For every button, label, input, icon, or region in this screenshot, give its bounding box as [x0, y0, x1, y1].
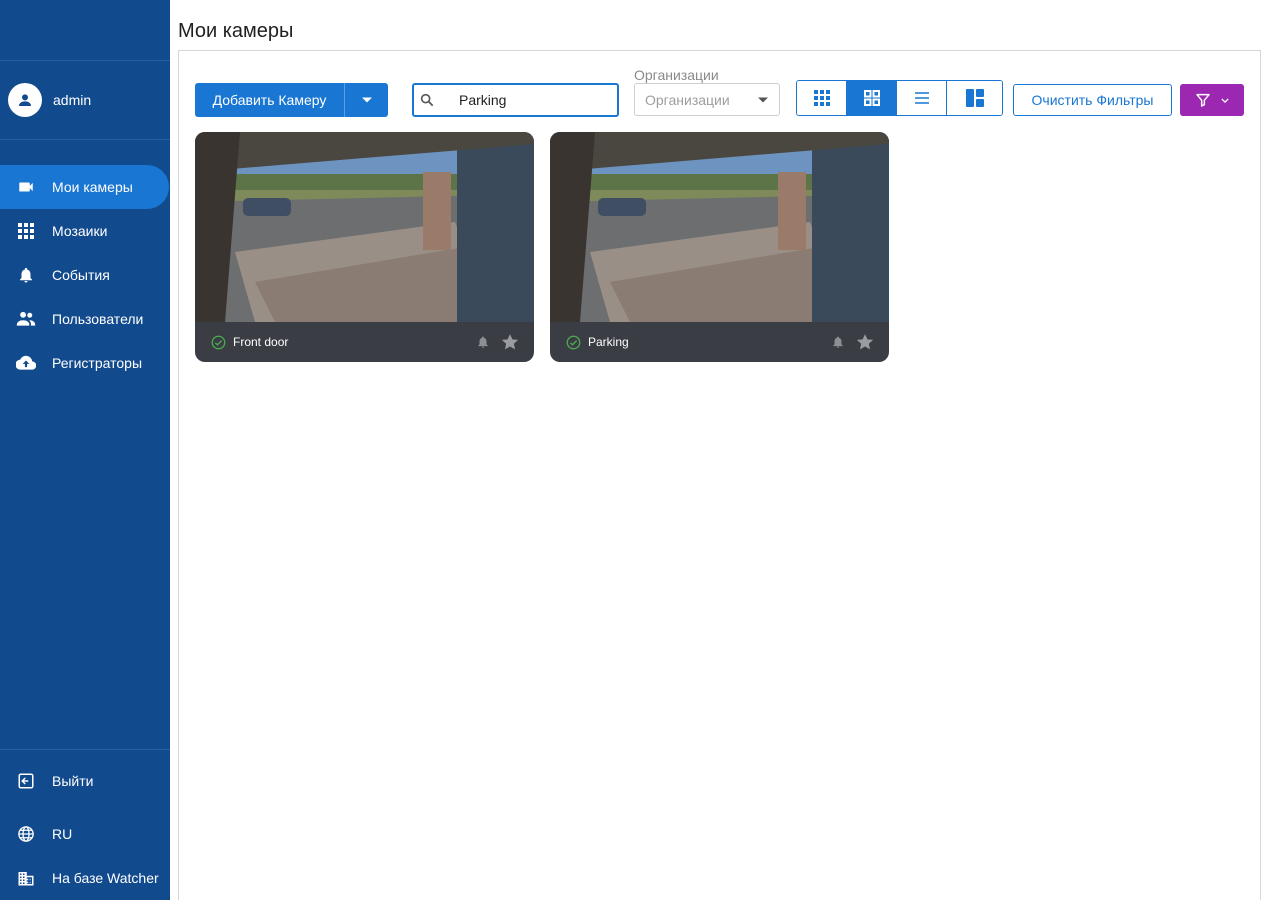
logout-button[interactable]: Выйти — [0, 750, 170, 812]
add-camera-menu-button[interactable] — [344, 83, 388, 117]
bell-icon[interactable] — [831, 334, 845, 350]
clear-filters-button[interactable]: Очистить Фильтры — [1013, 84, 1172, 116]
search-icon — [420, 93, 434, 107]
building-icon — [16, 868, 36, 888]
cameras-panel: Добавить Камеру Организации Организации … — [178, 50, 1261, 900]
logout-label: Выйти — [52, 773, 94, 789]
avatar — [8, 83, 42, 117]
chevron-down-icon — [1221, 97, 1229, 103]
people-icon — [16, 309, 36, 329]
caret-down-icon — [361, 97, 372, 103]
bell-icon — [16, 265, 36, 285]
videocam-icon — [16, 177, 36, 197]
organizations-label: Организации — [634, 67, 719, 83]
view-grid-large-button[interactable] — [847, 81, 897, 115]
sidebar-item-mosaics[interactable]: Мозаики — [0, 209, 170, 253]
sidebar-item-events[interactable]: События — [0, 253, 170, 297]
grid-small-icon — [813, 90, 830, 106]
add-camera-split-button: Добавить Камеру — [195, 83, 388, 117]
camera-card[interactable]: Parking — [550, 132, 889, 362]
user-panel[interactable]: admin — [0, 61, 170, 140]
page-title: Мои камеры — [178, 20, 294, 42]
sidebar-item-my-cameras[interactable]: Мои камеры — [0, 165, 169, 209]
camera-actions — [476, 332, 520, 352]
camera-thumbnail[interactable] — [550, 132, 889, 322]
camera-actions — [831, 332, 875, 352]
filter-icon — [1196, 93, 1210, 107]
dashboard-icon — [965, 89, 984, 107]
bell-icon[interactable] — [476, 334, 490, 350]
view-list-button[interactable] — [897, 81, 947, 115]
sidebar-nav: Мои камеры Мозаики События Пользователи … — [0, 140, 170, 385]
language-selector[interactable]: RU — [0, 812, 170, 856]
sidebar-item-label: События — [52, 267, 110, 283]
sidebar-item-label: Мои камеры — [52, 179, 133, 195]
list-icon — [914, 92, 929, 104]
star-icon[interactable] — [855, 332, 875, 352]
view-grid-small-button[interactable] — [797, 81, 847, 115]
camera-grid: Front door Parking — [195, 132, 889, 362]
powered-by-label: На базе Watcher — [52, 870, 159, 886]
chevron-down-icon — [758, 97, 768, 102]
person-icon — [19, 94, 31, 106]
sidebar-item-users[interactable]: Пользователи — [0, 297, 170, 341]
grid-large-icon — [863, 90, 880, 106]
online-status-icon — [211, 335, 226, 349]
camera-name: Parking — [588, 335, 629, 349]
user-name: admin — [53, 92, 92, 108]
powered-by-link[interactable]: На базе Watcher — [0, 856, 170, 900]
view-mode-toggle — [796, 80, 1003, 116]
star-icon[interactable] — [500, 332, 520, 352]
sidebar-item-label: Регистраторы — [52, 355, 143, 371]
sidebar-item-registrators[interactable]: Регистраторы — [0, 341, 170, 385]
sidebar-footer: Выйти RU На базе Watcher — [0, 749, 170, 900]
sidebar-item-label: Пользователи — [52, 311, 144, 327]
organizations-placeholder: Организации — [645, 91, 730, 108]
camera-card-footer: Parking — [550, 322, 889, 362]
sidebar-item-label: Мозаики — [52, 223, 108, 239]
logout-icon — [16, 771, 36, 791]
sidebar-header — [0, 0, 170, 61]
search-box — [412, 83, 619, 117]
sidebar: admin Мои камеры Мозаики События Пользов… — [0, 0, 170, 900]
online-status-icon — [566, 335, 581, 349]
camera-card-footer: Front door — [195, 322, 534, 362]
globe-icon — [16, 824, 36, 844]
language-label: RU — [52, 826, 73, 842]
grid-icon — [16, 221, 36, 241]
view-dashboard-button[interactable] — [947, 81, 1002, 115]
camera-name: Front door — [233, 335, 289, 349]
organizations-select[interactable]: Организации — [634, 83, 780, 116]
add-camera-button[interactable]: Добавить Камеру — [195, 83, 344, 117]
camera-card[interactable]: Front door — [195, 132, 534, 362]
search-input[interactable] — [459, 92, 609, 108]
cloud-upload-icon — [16, 353, 36, 373]
camera-thumbnail[interactable] — [195, 132, 534, 322]
filter-button[interactable] — [1180, 84, 1244, 116]
